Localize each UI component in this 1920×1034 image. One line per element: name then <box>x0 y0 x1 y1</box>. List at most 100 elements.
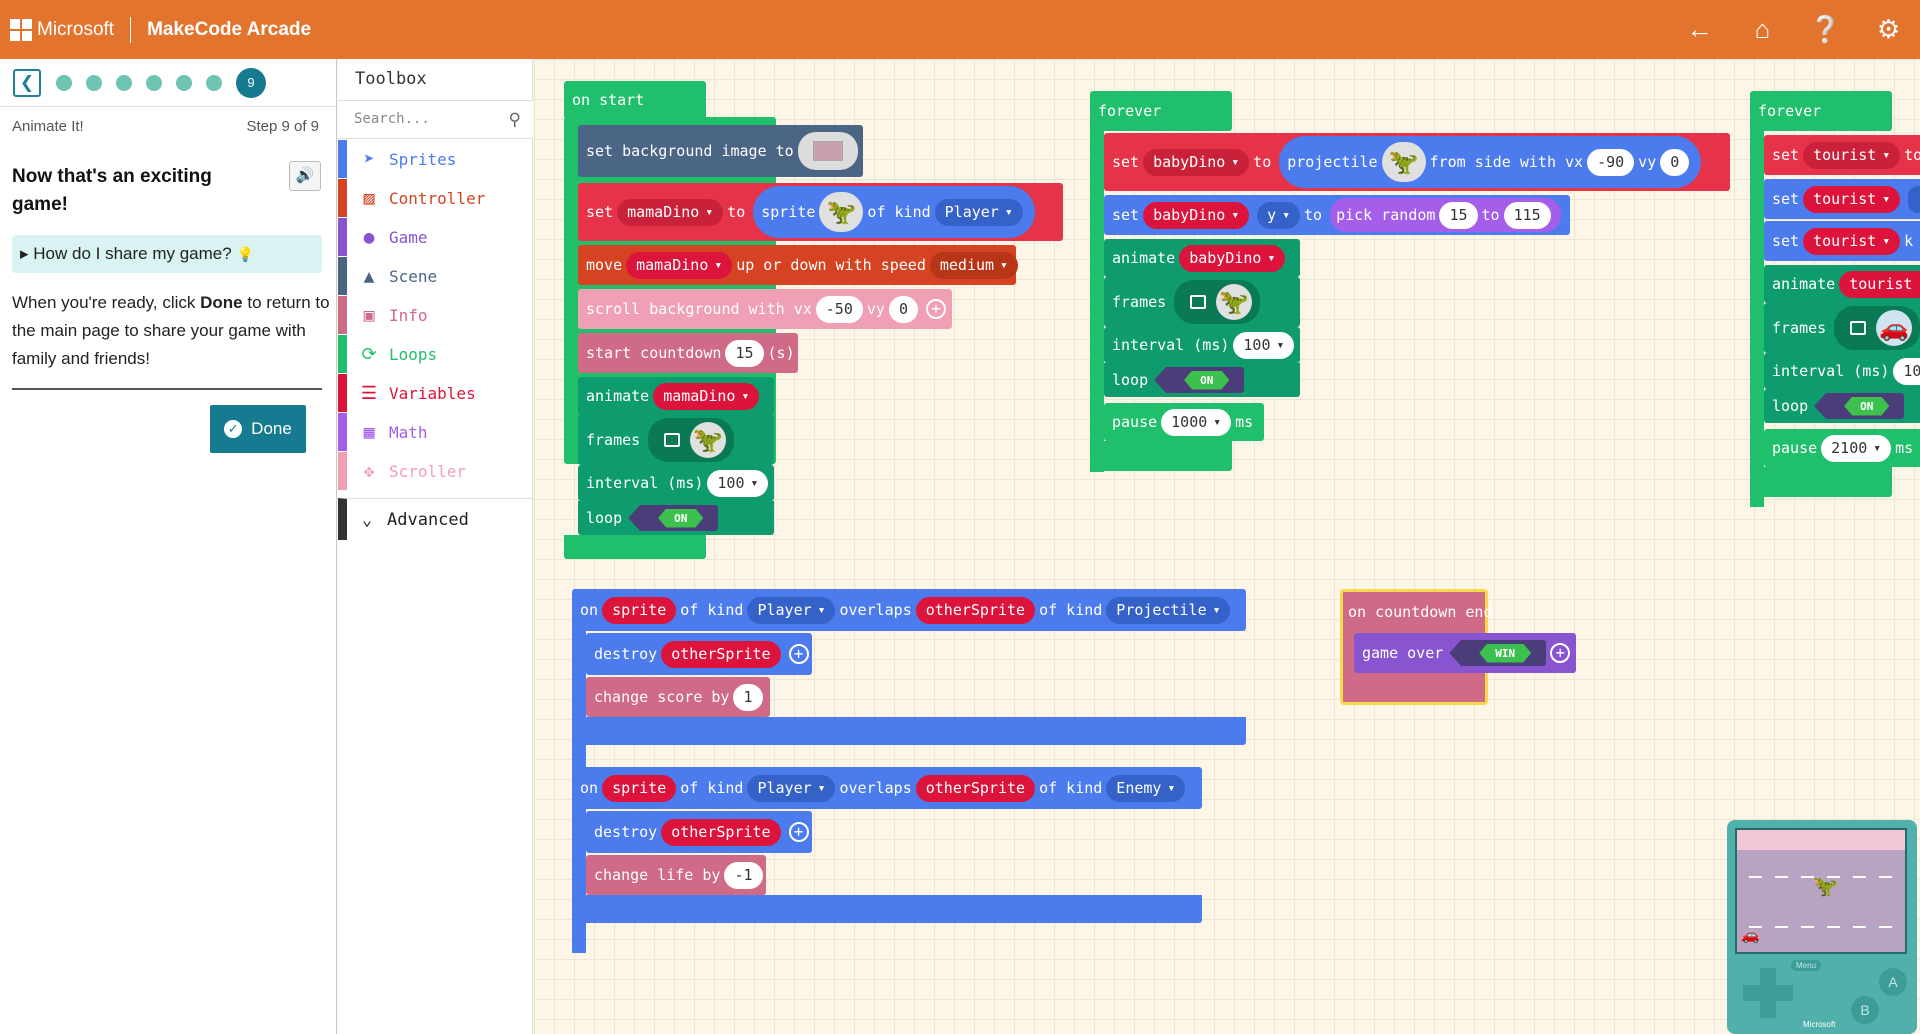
speed-dropdown[interactable]: medium <box>929 251 1018 279</box>
countdown-input[interactable]: 15 <box>725 339 764 367</box>
move-block[interactable]: movemamaDinoup or down with speedmedium <box>578 245 1018 285</box>
pause-dropdown[interactable]: 2100 <box>1821 434 1892 462</box>
variable-dropdown[interactable]: mamaDino <box>653 382 760 410</box>
interval-row[interactable]: interval (ms)100 <box>1104 327 1300 363</box>
scroll-background-block[interactable]: scroll background with vx -50 vy 0 + <box>578 289 952 329</box>
frames-row[interactable]: frames 🚗 <box>1764 303 1920 353</box>
interval-dropdown[interactable]: 100 <box>1233 331 1295 359</box>
menu-button[interactable]: Menu <box>1791 960 1822 971</box>
other-sprite-variable[interactable]: otherSprite <box>915 774 1036 802</box>
random-min-input[interactable]: 15 <box>1439 201 1478 229</box>
a-button[interactable]: A <box>1879 968 1907 996</box>
step-dot[interactable] <box>176 74 192 91</box>
loop-row[interactable]: loop ON <box>578 501 774 535</box>
vx-input[interactable]: -50 <box>815 295 863 323</box>
vy-input[interactable]: 0 <box>1660 148 1690 176</box>
set-tourist-block[interactable]: settouristto <box>1764 135 1920 175</box>
loop-row[interactable]: loop ON <box>1764 389 1920 423</box>
frame-image[interactable]: 🦖 <box>690 422 727 458</box>
set-projectile-block[interactable]: setbabyDinoto projectile🦖from side with v… <box>1104 133 1730 191</box>
app-name[interactable]: MakeCode Arcade <box>147 19 311 41</box>
animate-block[interactable]: animate babyDino <box>1104 239 1300 277</box>
toolbox-search[interactable]: Search... ⚲ <box>338 100 533 139</box>
pause-block[interactable]: pause1000ms <box>1104 403 1264 441</box>
game-over-block[interactable]: game over WIN + <box>1354 633 1576 673</box>
loop-toggle[interactable]: ON <box>628 505 719 531</box>
other-sprite-variable[interactable]: otherSprite <box>661 818 781 846</box>
step-dot[interactable] <box>206 74 222 91</box>
home-icon[interactable]: ⌂ <box>1731 14 1794 45</box>
frames-row[interactable]: frames 🦖 <box>578 415 774 465</box>
kind-dropdown[interactable]: Player <box>747 774 836 802</box>
set-background-block[interactable]: set background image to <box>578 125 863 177</box>
done-button[interactable]: ✓ Done <box>210 405 306 453</box>
search-icon[interactable]: ⚲ <box>509 110 521 130</box>
step-dot[interactable] <box>146 74 162 91</box>
vy-input[interactable]: 0 <box>888 295 918 323</box>
image-thumbnail[interactable] <box>797 132 858 170</box>
pause-block[interactable]: pause2100ms <box>1764 429 1920 467</box>
hint-toggle[interactable]: ▸ How do I share my game? 💡 <box>12 235 322 273</box>
interval-row[interactable]: interval (ms)100 <box>578 465 774 501</box>
win-toggle[interactable]: WIN <box>1449 640 1547 666</box>
sprite-variable[interactable]: sprite <box>602 774 677 802</box>
plus-icon[interactable]: + <box>925 299 946 319</box>
variable-dropdown[interactable]: mamaDino <box>617 198 724 226</box>
variable-dropdown[interactable]: babyDino <box>1179 244 1286 272</box>
category-sprites[interactable]: ➤ Sprites <box>338 140 533 178</box>
back-arrow-icon[interactable]: ← <box>1668 14 1731 45</box>
variable-dropdown[interactable]: mamaDino <box>626 251 733 279</box>
set-tourist-block[interactable]: settouristk <box>1764 221 1920 261</box>
step-dot[interactable] <box>56 74 72 91</box>
dpad[interactable] <box>1743 968 1793 1018</box>
current-step-dot[interactable]: 9 <box>236 67 266 98</box>
plus-icon[interactable]: + <box>788 644 809 664</box>
step-dot[interactable] <box>86 74 102 91</box>
category-scroller[interactable]: ✥ Scroller <box>338 452 533 490</box>
variable-dropdown[interactable]: tourist <box>1803 227 1901 255</box>
other-sprite-variable[interactable]: otherSprite <box>661 640 781 668</box>
interval-dropdown[interactable]: 100 <box>1893 357 1920 385</box>
set-sprite-block[interactable]: setmamaDinoto sprite🦖of kindPlayer <box>578 183 1063 241</box>
category-variables[interactable]: ☰ Variables <box>338 374 533 412</box>
kind-dropdown[interactable]: Projectile <box>1106 596 1231 624</box>
step-dot[interactable] <box>116 74 132 91</box>
set-y-block[interactable]: setbabyDinoytopick random15to115 <box>1104 195 1570 235</box>
b-button[interactable]: B <box>1851 996 1879 1024</box>
start-countdown-block[interactable]: start countdown 15 (s) <box>578 333 798 373</box>
change-score-block[interactable]: change score by 1 <box>586 677 770 717</box>
plus-icon[interactable]: + <box>788 822 809 842</box>
destroy-block[interactable]: destroy otherSprite + <box>586 633 812 675</box>
variable-dropdown[interactable]: tourist <box>1803 141 1901 169</box>
loop-toggle[interactable]: ON <box>1814 393 1905 419</box>
vx-input[interactable]: -90 <box>1587 148 1635 176</box>
sprite-variable[interactable]: sprite <box>602 596 677 624</box>
previous-step-button[interactable]: ❮ <box>13 68 41 97</box>
pause-dropdown[interactable]: 1000 <box>1161 408 1232 436</box>
help-icon[interactable]: ❔ <box>1794 14 1857 45</box>
advanced-toggle[interactable]: ⌄ Advanced <box>338 498 533 540</box>
animate-block[interactable]: animate tourist <box>1764 265 1920 303</box>
category-loops[interactable]: ⟳ Loops <box>338 335 533 373</box>
kind-dropdown[interactable]: Player <box>747 596 836 624</box>
category-controller[interactable]: ▨ Controller <box>338 179 533 217</box>
variable-dropdown[interactable]: babyDino <box>1143 201 1250 229</box>
destroy-block[interactable]: destroy otherSprite + <box>586 811 812 853</box>
interval-row[interactable]: interval (ms)100 <box>1764 353 1920 389</box>
score-input[interactable]: 1 <box>733 683 763 711</box>
property-dropdown[interactable]: y <box>1257 201 1301 229</box>
random-max-input[interactable]: 115 <box>1503 201 1551 229</box>
life-input[interactable]: -1 <box>724 861 763 889</box>
sprite-image[interactable]: 🦖 <box>819 192 864 232</box>
variable-dropdown[interactable]: tourist <box>1839 270 1920 298</box>
settings-icon[interactable]: ⚙ <box>1857 14 1920 45</box>
set-tourist-block[interactable]: set tourist <box>1764 179 1920 219</box>
kind-dropdown[interactable]: Enemy <box>1106 774 1186 802</box>
variable-dropdown[interactable]: tourist <box>1803 185 1901 213</box>
loop-toggle[interactable]: ON <box>1154 367 1245 393</box>
animate-block[interactable]: animate mamaDino <box>578 377 774 415</box>
category-info[interactable]: ▣ Info <box>338 296 533 334</box>
category-scene[interactable]: ▲ Scene <box>338 257 533 295</box>
projectile-image[interactable]: 🦖 <box>1381 142 1426 182</box>
loop-row[interactable]: loop ON <box>1104 363 1300 397</box>
